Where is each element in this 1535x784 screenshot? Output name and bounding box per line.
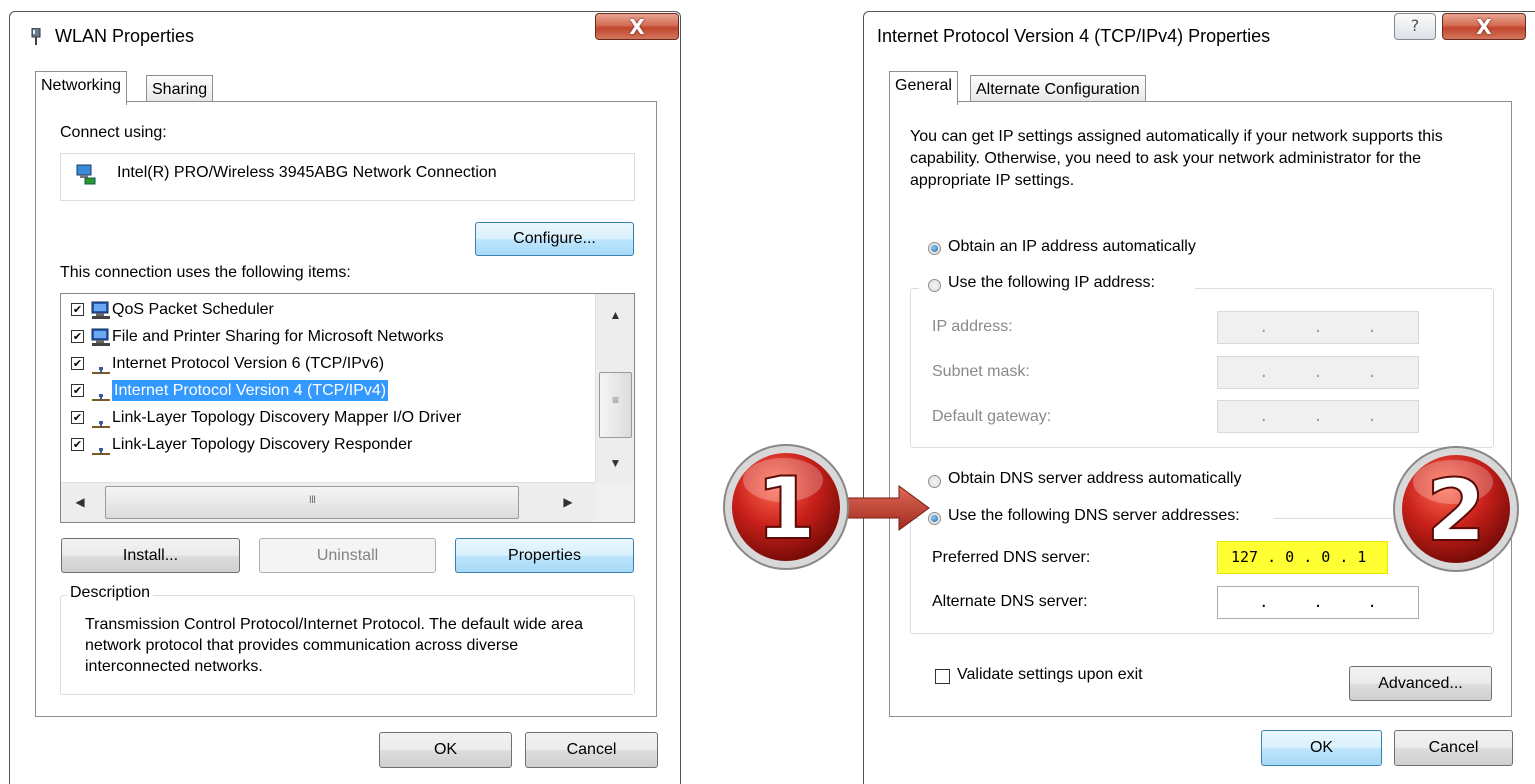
list-item[interactable]: ✔ Internet Protocol Version 6 (TCP/IPv6) <box>71 350 384 377</box>
use-dns-label[interactable]: Use the following DNS server addresses: <box>948 507 1240 525</box>
adapter-box: Intel(R) PRO/Wireless 3945ABG Network Co… <box>60 153 635 201</box>
item-checkbox[interactable]: ✔ <box>71 303 84 317</box>
list-item-label: File and Printer Sharing for Microsoft N… <box>112 328 444 345</box>
use-ip-label[interactable]: Use the following IP address: <box>948 274 1155 292</box>
horizontal-scrollbar[interactable]: ◀ III ▶ <box>61 482 595 522</box>
obtain-ip-label[interactable]: Obtain an IP address automatically <box>948 238 1196 256</box>
subnet-mask-field[interactable]: . . . <box>1217 356 1419 389</box>
scroll-up-arrow-icon[interactable]: ▲ <box>596 308 634 322</box>
list-item[interactable]: ✔ QoS Packet Scheduler <box>71 296 274 323</box>
item-checkbox[interactable]: ✔ <box>71 411 84 425</box>
protocol-icon <box>92 386 110 401</box>
client-icon <box>90 327 112 347</box>
cancel-button[interactable]: Cancel <box>1394 730 1513 766</box>
list-item[interactable]: ✔ Link-Layer Topology Discovery Responder <box>71 431 412 458</box>
tab-general[interactable]: General <box>889 71 958 105</box>
intro-text: You can get IP settings assigned automat… <box>910 128 1443 189</box>
list-item-label: Internet Protocol Version 6 (TCP/IPv6) <box>112 355 385 372</box>
items-list[interactable]: ✔ QoS Packet Scheduler ✔ File and Printer S… <box>60 293 635 523</box>
preferred-dns-label: Preferred DNS server: <box>932 549 1091 566</box>
badge-1-number: 1 <box>756 459 816 559</box>
description-legend: Description <box>67 584 154 602</box>
default-gateway-field[interactable]: . . . <box>1217 400 1419 433</box>
adapter-name: Intel(R) PRO/Wireless 3945ABG Network Co… <box>117 164 497 181</box>
tab-alternate-configuration[interactable]: Alternate Configuration <box>970 75 1146 104</box>
protocol-icon <box>92 440 110 455</box>
window-title: WLAN Properties <box>55 26 195 46</box>
item-checkbox[interactable]: ✔ <box>71 384 84 398</box>
help-button[interactable]: ? <box>1394 13 1436 40</box>
list-item-label: QoS Packet Scheduler <box>112 301 274 318</box>
protocol-icon <box>92 359 110 374</box>
horizontal-scroll-thumb[interactable]: III <box>105 486 519 519</box>
list-item[interactable]: ✔ Internet Protocol Version 4 (TCP/IPv4) <box>71 377 389 404</box>
ip-address-label: IP address: <box>932 318 1013 335</box>
properties-button[interactable]: Properties <box>455 538 634 573</box>
thumb-grip-icon: III <box>308 494 316 506</box>
obtain-ip-radio[interactable] <box>928 242 941 255</box>
default-gateway-label: Default gateway: <box>932 408 1052 425</box>
close-button[interactable]: X <box>1442 13 1526 40</box>
description-group: Description Transmission Control Protoco… <box>60 584 635 695</box>
badge-2-number: 2 <box>1426 461 1486 561</box>
vertical-scrollbar[interactable]: ▲ ≡ ▼ <box>595 294 634 482</box>
close-icon: X <box>1476 15 1492 39</box>
close-button[interactable]: X <box>595 13 679 40</box>
advanced-button[interactable]: Advanced... <box>1349 666 1492 701</box>
preferred-dns-field[interactable]: 127 . 0 . 0 . 1 <box>1217 541 1388 574</box>
items-label: This connection uses the following items… <box>60 264 351 281</box>
arrow-icon <box>838 485 930 531</box>
connect-using-label: Connect using: <box>60 124 167 141</box>
ok-button[interactable]: OK <box>1261 730 1382 766</box>
thumb-grip-icon: ≡ <box>611 393 619 407</box>
scroll-left-arrow-icon[interactable]: ◀ <box>73 495 87 509</box>
tab-sharing[interactable]: Sharing <box>146 75 214 104</box>
tab-networking[interactable]: Networking <box>35 71 128 105</box>
subnet-mask-label: Subnet mask: <box>932 363 1030 380</box>
list-item-label: Internet Protocol Version 4 (TCP/IPv4) <box>112 380 389 401</box>
scrollbar-corner <box>595 482 634 522</box>
alternate-dns-field[interactable]: . . . <box>1217 586 1419 619</box>
ok-button[interactable]: OK <box>379 732 512 768</box>
client-icon <box>90 300 112 320</box>
validate-label[interactable]: Validate settings upon exit <box>957 666 1143 684</box>
alternate-dns-label: Alternate DNS server: <box>932 593 1088 610</box>
window-title: Internet Protocol Version 4 (TCP/IPv4) P… <box>877 26 1271 46</box>
step-2-badge: 2 <box>1393 446 1519 572</box>
list-item[interactable]: ✔ File and Printer Sharing for Microsoft … <box>71 323 444 350</box>
vertical-scroll-thumb[interactable]: ≡ <box>599 372 632 438</box>
protocol-icon <box>92 413 110 428</box>
list-item-label: Link-Layer Topology Discovery Mapper I/O… <box>112 409 462 426</box>
obtain-dns-label[interactable]: Obtain DNS server address automatically <box>948 470 1241 488</box>
ipv4-properties-window: Internet Protocol Version 4 (TCP/IPv4) P… <box>863 11 1535 784</box>
wlan-adapter-title-icon <box>30 27 42 46</box>
step-1-badge: 1 <box>723 444 930 570</box>
description-text: Transmission Control Protocol/Internet P… <box>85 616 584 675</box>
uninstall-button[interactable]: Uninstall <box>259 538 436 573</box>
scroll-right-arrow-icon[interactable]: ▶ <box>561 495 575 509</box>
validate-checkbox[interactable] <box>935 669 950 684</box>
configure-button[interactable]: Configure... <box>475 222 634 256</box>
cancel-button[interactable]: Cancel <box>525 732 658 768</box>
list-item[interactable]: ✔ Link-Layer Topology Discovery Mapper I/… <box>71 404 461 431</box>
general-tab-panel: You can get IP settings assigned automat… <box>889 101 1512 717</box>
use-ip-radio[interactable] <box>928 279 941 292</box>
wlan-properties-window: WLAN Properties X Networking Sharing Con… <box>9 11 681 784</box>
networking-tab-panel: Connect using: Intel(R) PRO/Wireless 394… <box>35 101 657 717</box>
item-checkbox[interactable]: ✔ <box>71 357 84 371</box>
network-adapter-icon <box>75 163 97 190</box>
item-checkbox[interactable]: ✔ <box>71 438 84 452</box>
scroll-down-arrow-icon[interactable]: ▼ <box>596 456 634 470</box>
item-checkbox[interactable]: ✔ <box>71 330 84 344</box>
install-button[interactable]: Install... <box>61 538 240 573</box>
ip-address-field[interactable]: . . . <box>1217 311 1419 344</box>
help-icon: ? <box>1410 16 1420 35</box>
list-item-label: Link-Layer Topology Discovery Responder <box>112 436 413 453</box>
close-icon: X <box>629 15 645 39</box>
